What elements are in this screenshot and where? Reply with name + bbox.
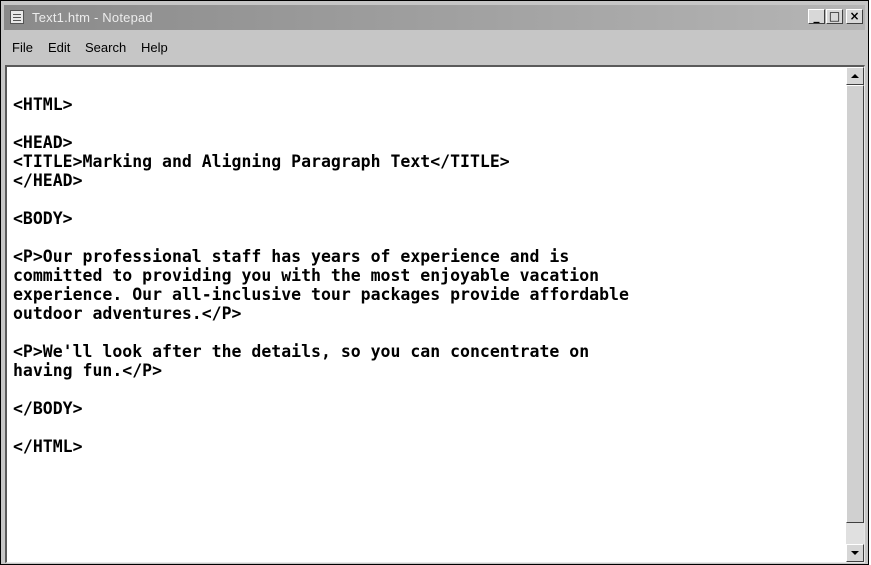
close-icon: × [849, 9, 860, 23]
text-line: <HEAD> [13, 133, 73, 152]
text-line [13, 323, 842, 342]
vertical-scrollbar[interactable] [846, 67, 864, 562]
title-bar[interactable]: Text1.htm - Notepad _ □ × [4, 5, 865, 30]
window-title: Text1.htm - Notepad [32, 10, 153, 25]
text-editor[interactable]: <HTML> <HEAD> <TITLE>Marking and Aligning… [5, 65, 865, 563]
menu-search-label: Search [85, 40, 127, 55]
text-line: <HTML> [13, 95, 73, 114]
text-line: having fun.</P> [13, 361, 163, 380]
text-line: outdoor adventures.</P> [13, 304, 242, 323]
text-line: </HTML> [13, 437, 83, 456]
notepad-icon[interactable] [10, 10, 24, 24]
text-line [13, 380, 842, 399]
document-text[interactable]: <HTML> <HEAD> <TITLE>Marking and Aligning… [13, 95, 842, 562]
menu-search[interactable]: Search [85, 40, 126, 55]
menu-help[interactable]: Help [141, 40, 168, 55]
text-line [13, 418, 842, 437]
text-line [13, 190, 842, 209]
text-line: experience. Our all-inclusive tour packa… [13, 285, 629, 304]
text-line: <P>Our professional staff has years of e… [13, 247, 570, 266]
text-line: <TITLE>Marking and Aligning Paragraph Te… [13, 152, 510, 171]
maximize-icon: □ [828, 9, 841, 23]
menu-edit[interactable]: Edit [48, 40, 70, 55]
menu-file-label: File [12, 40, 33, 55]
text-line: <P>We'll look after the details, so you … [13, 342, 590, 361]
text-line [13, 114, 842, 133]
menu-edit-label: Edit [48, 40, 71, 55]
notepad-window: Text1.htm - Notepad _ □ × File Edit Sear… [0, 0, 869, 565]
menu-help-label: Help [141, 40, 168, 55]
text-line: </BODY> [13, 399, 83, 418]
scroll-up-button[interactable] [846, 67, 864, 85]
menu-bar: File Edit Search Help [4, 34, 865, 58]
text-line: committed to providing you with the most… [13, 266, 600, 285]
minimize-icon: _ [813, 9, 820, 23]
scroll-thumb[interactable] [846, 85, 864, 523]
menu-file[interactable]: File [12, 40, 33, 55]
text-line: <BODY> [13, 209, 73, 228]
text-line: </HEAD> [13, 171, 83, 190]
close-button[interactable]: × [846, 9, 863, 24]
text-line [13, 228, 842, 247]
minimize-button[interactable]: _ [808, 9, 825, 24]
scroll-down-button[interactable] [846, 544, 864, 562]
maximize-button[interactable]: □ [826, 9, 843, 24]
